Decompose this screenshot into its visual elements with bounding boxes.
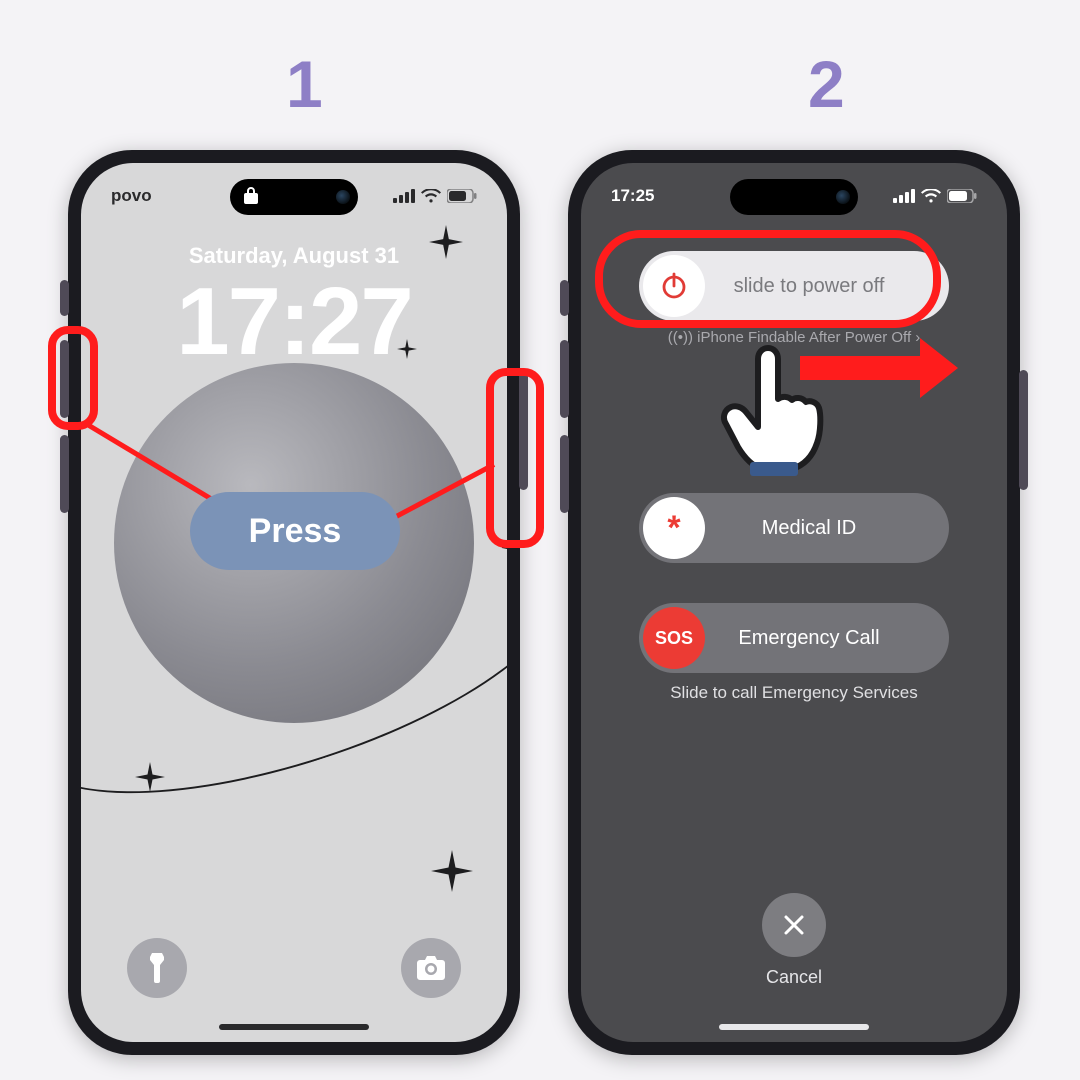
power-off-slider-highlight-annotation	[595, 230, 941, 328]
emergency-call-label: Emergency Call	[709, 627, 949, 650]
side-power-button[interactable]	[1019, 370, 1028, 490]
lock-screen: povo Saturday, August 31 17:27	[81, 163, 507, 1042]
status-bar: 17:25	[581, 181, 1007, 211]
press-callout: Press	[190, 492, 400, 570]
volume-up-highlight-annotation	[48, 326, 98, 430]
wifi-icon	[921, 189, 941, 204]
ring-silent-switch[interactable]	[560, 280, 569, 316]
sos-icon: SOS	[643, 607, 705, 669]
location-icon: ((•))	[668, 329, 693, 346]
cellular-signal-icon	[393, 189, 415, 203]
status-time: 17:25	[611, 186, 654, 206]
emergency-sos-slider[interactable]: SOS Emergency Call	[639, 603, 949, 673]
ring-silent-switch[interactable]	[60, 280, 69, 316]
carrier-text: povo	[111, 186, 152, 206]
step-1-label: 1	[286, 46, 323, 122]
lock-time: 17:27	[81, 267, 507, 377]
medical-id-slider[interactable]: * Medical ID	[639, 493, 949, 563]
phone-1: povo Saturday, August 31 17:27	[68, 150, 520, 1055]
sparkle-icon	[135, 762, 165, 792]
lock-date: Saturday, August 31	[81, 243, 507, 269]
medical-id-label: Medical ID	[709, 517, 949, 540]
wifi-icon	[421, 189, 441, 204]
volume-up-button[interactable]	[560, 340, 569, 418]
volume-down-button[interactable]	[60, 435, 69, 513]
pointing-hand-icon	[720, 340, 830, 485]
cellular-signal-icon	[893, 189, 915, 203]
battery-icon	[947, 189, 977, 203]
power-button-highlight-annotation	[486, 368, 544, 548]
close-icon	[762, 893, 826, 957]
volume-down-button[interactable]	[560, 435, 569, 513]
camera-button[interactable]	[401, 938, 461, 998]
home-indicator[interactable]	[219, 1024, 369, 1030]
battery-icon	[447, 189, 477, 203]
cancel-label: Cancel	[766, 967, 822, 988]
step-2-label: 2	[808, 46, 845, 122]
sos-hint-text: Slide to call Emergency Services	[581, 683, 1007, 703]
home-indicator[interactable]	[719, 1024, 869, 1030]
status-bar: povo	[81, 181, 507, 211]
cancel-button[interactable]: Cancel	[762, 893, 826, 988]
flashlight-button[interactable]	[127, 938, 187, 998]
asterisk-icon: *	[643, 497, 705, 559]
sparkle-icon	[431, 850, 473, 892]
